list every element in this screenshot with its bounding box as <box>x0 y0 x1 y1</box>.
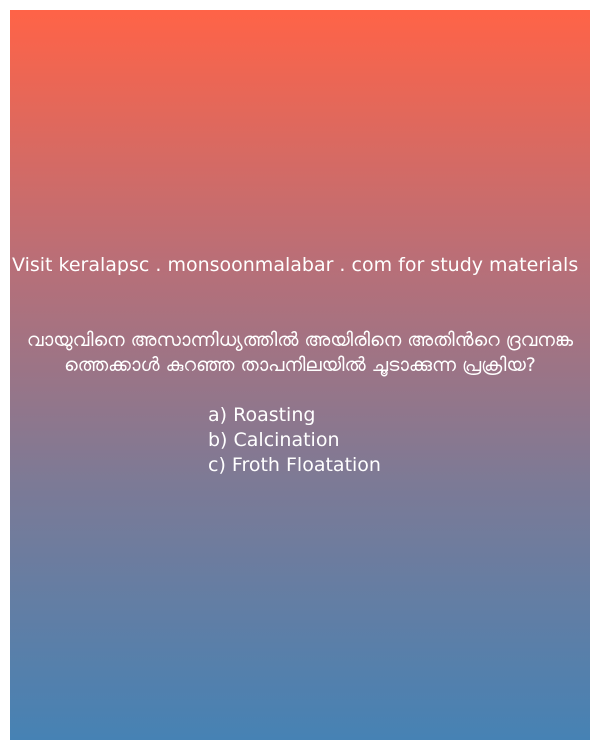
question-text: വായുവിനെ അസാന്നിധ്യത്തിൽ അയിരിനെ അതിൻറെ … <box>26 329 574 376</box>
option-a: a) Roasting <box>208 404 316 426</box>
option-b: b) Calcination <box>208 429 340 451</box>
promo-text: Visit keralapsc . monsoonmalabar . com f… <box>12 254 579 276</box>
option-c: c) Froth Floatation <box>208 454 381 476</box>
options-list: a) Roasting b) Calcination c) Froth Floa… <box>208 403 381 478</box>
quiz-card: Visit keralapsc . monsoonmalabar . com f… <box>10 10 590 740</box>
